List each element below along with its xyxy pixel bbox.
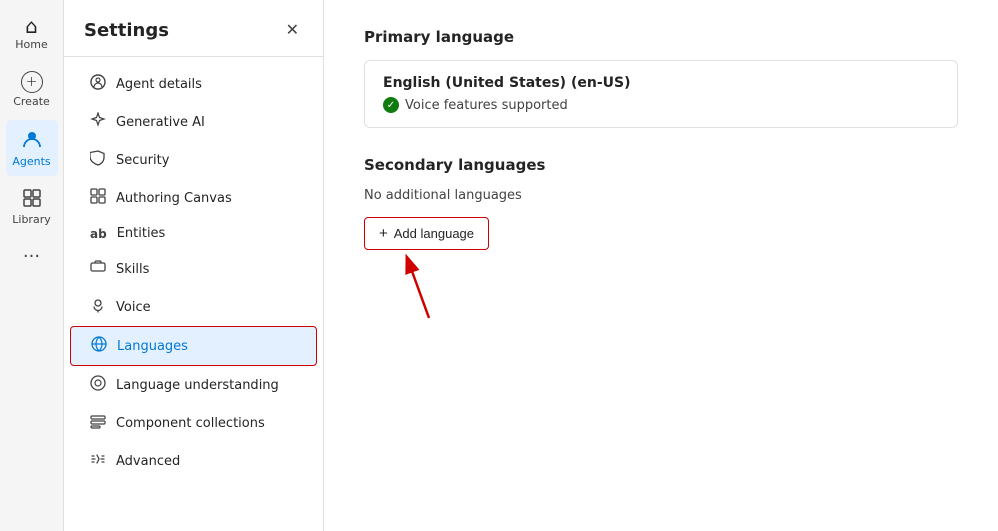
settings-header: Settings ✕	[64, 0, 323, 57]
primary-language-name: English (United States) (en-US)	[383, 75, 939, 91]
add-icon: +	[379, 225, 388, 242]
left-navigation: ⌂ Home + Create Agents Library ···	[0, 0, 64, 531]
menu-label-entities: Entities	[117, 226, 166, 241]
nav-item-create[interactable]: + Create	[6, 63, 58, 116]
menu-item-skills[interactable]: Skills	[70, 250, 317, 288]
add-language-button[interactable]: + Add language	[364, 217, 489, 250]
annotation-arrow	[389, 253, 469, 323]
nav-label-home: Home	[15, 38, 47, 51]
nav-label-agents: Agents	[12, 155, 50, 168]
menu-label-voice: Voice	[116, 300, 151, 315]
no-additional-languages-text: No additional languages	[364, 188, 958, 203]
settings-title: Settings	[84, 20, 169, 41]
menu-item-entities[interactable]: ab Entities	[70, 217, 317, 250]
security-icon	[90, 150, 106, 170]
component-collections-icon	[90, 413, 106, 433]
advanced-icon	[90, 451, 106, 471]
menu-item-voice[interactable]: Voice	[70, 288, 317, 326]
menu-item-authoring-canvas[interactable]: Authoring Canvas	[70, 179, 317, 217]
primary-language-card: English (United States) (en-US) ✓ Voice …	[364, 60, 958, 128]
voice-icon	[90, 297, 106, 317]
voice-supported-label: Voice features supported	[405, 98, 568, 113]
menu-label-agent-details: Agent details	[116, 77, 202, 92]
primary-language-title: Primary language	[364, 28, 958, 46]
languages-icon	[91, 336, 107, 356]
menu-label-skills: Skills	[116, 262, 149, 277]
more-options[interactable]: ···	[23, 246, 40, 267]
secondary-languages-title: Secondary languages	[364, 156, 958, 174]
nav-item-home[interactable]: ⌂ Home	[6, 8, 58, 59]
agent-details-icon	[90, 74, 106, 94]
add-language-label: Add language	[394, 226, 474, 241]
menu-item-component-collections[interactable]: Component collections	[70, 404, 317, 442]
menu-item-language-understanding[interactable]: Language understanding	[70, 366, 317, 404]
agents-icon	[21, 128, 43, 153]
create-icon: +	[21, 71, 43, 93]
nav-item-agents[interactable]: Agents	[6, 120, 58, 176]
menu-label-component-collections: Component collections	[116, 416, 265, 431]
authoring-canvas-icon	[90, 188, 106, 208]
settings-menu: Agent details Generative AI Security	[64, 57, 323, 531]
secondary-languages-section: Secondary languages No additional langua…	[364, 156, 958, 250]
skills-icon	[90, 259, 106, 279]
nav-label-create: Create	[13, 95, 50, 108]
close-button[interactable]: ✕	[282, 16, 303, 44]
menu-label-advanced: Advanced	[116, 454, 180, 469]
menu-item-languages[interactable]: Languages	[70, 326, 317, 366]
nav-item-library[interactable]: Library	[6, 180, 58, 234]
language-understanding-icon	[90, 375, 106, 395]
voice-supported-indicator: ✓ Voice features supported	[383, 97, 939, 113]
menu-item-agent-details[interactable]: Agent details	[70, 65, 317, 103]
menu-label-generative-ai: Generative AI	[116, 115, 205, 130]
generative-ai-icon	[90, 112, 106, 132]
nav-label-library: Library	[12, 213, 50, 226]
menu-item-generative-ai[interactable]: Generative AI	[70, 103, 317, 141]
add-language-container: + Add language	[364, 217, 489, 250]
menu-label-security: Security	[116, 153, 169, 168]
menu-label-language-understanding: Language understanding	[116, 378, 279, 393]
menu-item-advanced[interactable]: Advanced	[70, 442, 317, 480]
home-icon: ⌂	[25, 16, 38, 36]
main-content: Primary language English (United States)…	[324, 0, 998, 531]
check-circle-icon: ✓	[383, 97, 399, 113]
entities-icon: ab	[90, 227, 107, 241]
settings-panel: Settings ✕ Agent details Generative AI	[64, 0, 324, 531]
menu-item-security[interactable]: Security	[70, 141, 317, 179]
menu-label-languages: Languages	[117, 339, 188, 354]
menu-label-authoring-canvas: Authoring Canvas	[116, 191, 232, 206]
library-icon	[22, 188, 42, 211]
